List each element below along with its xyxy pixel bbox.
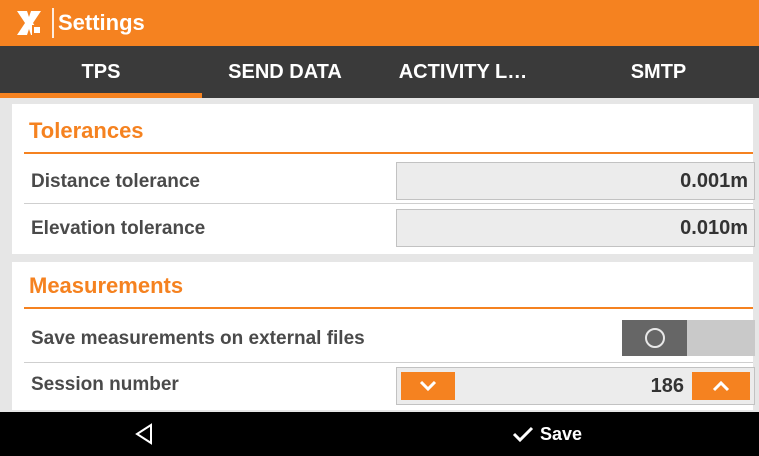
tab-bar: TPS SEND DATA ACTIVITY L… SMTP — [0, 46, 759, 98]
tab-smtp[interactable]: SMTP — [558, 46, 759, 98]
distance-tolerance-label: Distance tolerance — [31, 171, 200, 192]
title-bar: Settings — [0, 0, 759, 46]
chevron-down-icon — [419, 380, 437, 392]
tab-label: SEND DATA — [228, 60, 342, 83]
elevation-tolerance-value: 0.010m — [680, 216, 748, 239]
title-separator — [52, 8, 54, 38]
save-external-toggle[interactable] — [622, 320, 755, 356]
increment-button[interactable] — [692, 372, 750, 400]
tab-label: SMTP — [630, 60, 687, 83]
session-number-label: Session number — [31, 374, 179, 395]
tab-send-data[interactable]: SEND DATA — [202, 46, 368, 98]
back-triangle-icon — [135, 423, 152, 445]
elevation-tolerance-field[interactable]: 0.010m — [396, 209, 755, 247]
measurements-section-title: Measurements — [29, 273, 184, 298]
save-label: Save — [540, 423, 583, 444]
tolerances-section-title: Tolerances — [29, 118, 144, 143]
back-button[interactable] — [130, 420, 158, 448]
session-number-value: 186 — [650, 374, 684, 397]
save-button[interactable]: Save — [512, 418, 582, 450]
toggle-knob — [622, 320, 687, 356]
decrement-button[interactable] — [401, 372, 455, 400]
toggle-off-icon — [644, 328, 665, 348]
tolerances-divider — [24, 152, 753, 154]
distance-tolerance-value: 0.001m — [680, 169, 748, 192]
tab-activity-log[interactable]: ACTIVITY L… — [368, 46, 558, 98]
app-logo-icon — [14, 8, 44, 38]
tab-label: TPS — [81, 60, 121, 83]
distance-tolerance-field[interactable]: 0.001m — [396, 162, 755, 200]
session-number-stepper[interactable]: 186 — [396, 367, 755, 405]
measurements-divider — [24, 307, 753, 309]
page-title: Settings — [58, 10, 145, 35]
save-external-label: Save measurements on external files — [31, 328, 365, 349]
row-divider — [24, 362, 753, 363]
row-divider — [24, 203, 753, 204]
tab-label: ACTIVITY L… — [398, 60, 528, 83]
checkmark-icon — [512, 426, 534, 443]
tab-tps[interactable]: TPS — [0, 46, 202, 98]
chevron-up-icon — [712, 380, 730, 392]
elevation-tolerance-label: Elevation tolerance — [31, 218, 206, 239]
bottom-nav-bar: Save — [0, 412, 759, 456]
